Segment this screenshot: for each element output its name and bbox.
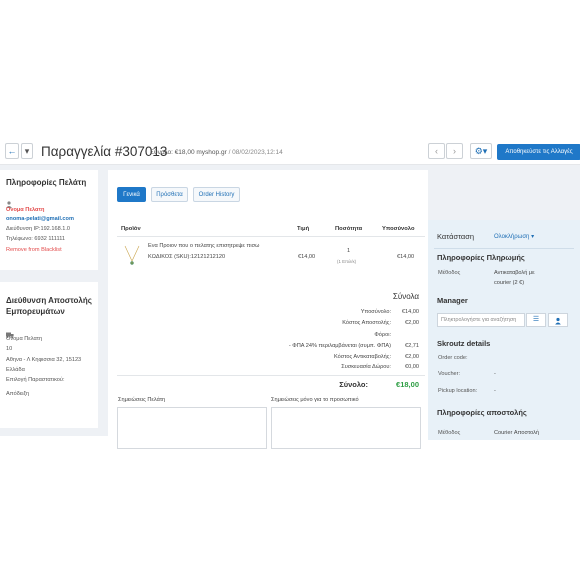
customer-info-title: Πληροφορίες Πελάτη (6, 178, 87, 187)
gift-wrap-label: Συσκευασία Δώρου: (341, 364, 391, 370)
previous-order-button[interactable]: ‹ (428, 143, 445, 159)
user-icon (6, 195, 12, 208)
manager-title: Manager (437, 296, 468, 305)
column-header-qty: Ποσότητα (335, 226, 363, 232)
product-qty: 1 (347, 248, 351, 254)
list-icon: ☰ (532, 316, 540, 323)
status-value: Ολοκλήρωση (494, 234, 530, 240)
customer-notes-textarea[interactable] (117, 407, 267, 449)
customer-notes-label: Σημειώσεις Πελάτη (118, 397, 166, 403)
order-summary-line: Σύνολο: €18,00 myshop.gr / 08/02/2023,12… (150, 149, 283, 156)
pickup-location-label: Pickup location: (438, 388, 478, 394)
manager-user-button[interactable] (548, 313, 568, 327)
actions-dropdown-button[interactable]: ▾ (21, 143, 33, 159)
payment-method-label: Μέθοδος (438, 270, 461, 276)
totals-divider (117, 375, 425, 376)
user-icon (555, 317, 561, 325)
manager-list-button[interactable]: ☰ (526, 313, 546, 327)
sidebar-divider (434, 248, 574, 249)
product-name-link[interactable]: Ενα Προιον που ο πελατης επισητρεψε πισω (148, 243, 259, 249)
shop-name: myshop.gr (196, 149, 227, 156)
shipping-name: Ονομα Πελατη (6, 336, 43, 342)
shipping-cost-label: Κόστος Αποστολής: (342, 320, 391, 326)
order-code-label: Order code: (438, 355, 468, 361)
settings-dropdown-button[interactable]: ⚙▾ (470, 143, 492, 159)
column-header-product: Προϊόν (121, 226, 141, 232)
save-changes-button[interactable]: Αποθηκεύστε τις Αλλαγές (497, 144, 580, 160)
shipping-address-title: Διεύθυνση Αποστολής Εμπορευμάτων (6, 295, 92, 317)
column-header-subtotal: Υποσύνολο (382, 226, 415, 232)
customer-ip: Διεύθυνση IP:192.168.1.0 (6, 226, 71, 232)
gear-icon: ⚙▾ (474, 146, 488, 156)
payment-method-value: Αντικαταβολή με courier (2 €) (494, 268, 535, 288)
shipping-method-value: Courier Αποστολή (494, 430, 540, 436)
customer-name: Ονομα Πελατη (6, 207, 45, 213)
manager-search-input[interactable]: Πληκτρολογήστε για αναζήτηση (437, 313, 525, 327)
shipping-country: Ελλάδα (6, 367, 25, 373)
gift-wrap-value: €0,00 (405, 364, 419, 370)
product-subtotal: €14,00 (397, 254, 415, 260)
grand-total-label: Σύνολο: (339, 380, 368, 389)
payment-method-value-line1: Αντικαταβολή με (494, 270, 535, 276)
back-button[interactable]: ← (5, 143, 19, 159)
cod-cost-label: Κόστος Αντικαταβολής: (334, 354, 391, 360)
totals-title: Σύνολα (392, 292, 419, 301)
product-sku: ΚΩΔΙΚΟΣ (SKU):12121212120 (148, 254, 226, 260)
shipping-cost-value: €2,00 (405, 320, 419, 326)
payment-method-value-line2: courier (2 €) (494, 280, 525, 286)
status-label: Κατάσταση (437, 232, 475, 241)
customer-phone: Τηλέφωνο: 6932 111111 (6, 236, 66, 242)
shipping-address-line: Αθηνα - Λ Κηφισσια 32, 15123 (6, 357, 82, 363)
column-header-price: Τιμή (297, 226, 310, 232)
voucher-value: - (494, 371, 496, 377)
taxes-label: Φόροι: (374, 332, 391, 338)
chevron-down-icon: ▾ (24, 146, 30, 156)
staff-notes-label: Σημειώσεις μόνο για το προσωπικό (271, 397, 359, 403)
pickup-location-value: - (494, 388, 496, 394)
status-dropdown[interactable]: Ολοκλήρωση ▾ (494, 233, 534, 240)
page-title: Παραγγελία #307013 (41, 144, 168, 159)
vat-label: - ΦΠΑ 24% περιλαμβάνεται (συμπ. ΦΠΑ) (288, 343, 391, 349)
subtotal-value: €14,00 (401, 309, 419, 315)
caret-down-icon: ▾ (531, 234, 535, 240)
voucher-label: Voucher: (438, 371, 461, 377)
table-divider (117, 236, 425, 237)
truck-icon (6, 325, 14, 338)
staff-notes-textarea[interactable] (271, 407, 421, 449)
subtotal-label: Υποσύνολο: (360, 309, 391, 315)
product-qty-unit: (1 Επιλ/κ) (337, 259, 357, 264)
cod-cost-value: €2,00 (405, 354, 419, 360)
product-thumbnail[interactable] (124, 244, 140, 270)
customer-email-link[interactable]: onoma-pelati@gmail.com (6, 215, 74, 224)
chevron-left-icon: ‹ (435, 146, 438, 156)
vat-value: €2,71 (405, 343, 419, 349)
shipping-floor: 10 (6, 346, 13, 352)
arrow-left-icon: ← (7, 146, 17, 156)
skroutz-title: Skroutz details (437, 339, 491, 348)
document-type-label: Επιλογή Παραστατικού: (6, 377, 65, 383)
shipping-address-title-line2: Εμπορευμάτων (6, 307, 65, 316)
chevron-right-icon: › (453, 146, 456, 156)
product-price: €14,00 (298, 254, 316, 260)
order-total: Σύνολο: €18,00 (150, 149, 195, 156)
next-order-button[interactable]: › (446, 143, 463, 159)
shipping-info-title: Πληροφορίες αποστολής (437, 408, 527, 417)
remove-blacklist-link[interactable]: Remove from Blacklist (6, 246, 62, 255)
order-date: / 08/02/2023,12:14 (228, 149, 283, 156)
shipping-address-title-line1: Διεύθυνση Αποστολής (6, 296, 92, 305)
tab-order-history[interactable]: Order History (193, 187, 240, 202)
shipping-method-label: Μέθοδος (438, 430, 461, 436)
document-type-value: Απόδειξη (6, 391, 30, 397)
grand-total-value: €18,00 (396, 380, 419, 389)
tab-extras[interactable]: Πρόσθετα (151, 187, 188, 202)
tab-general[interactable]: Γενικά (117, 187, 146, 202)
payment-info-title: Πληροφορίες Πληρωμής (437, 253, 525, 262)
